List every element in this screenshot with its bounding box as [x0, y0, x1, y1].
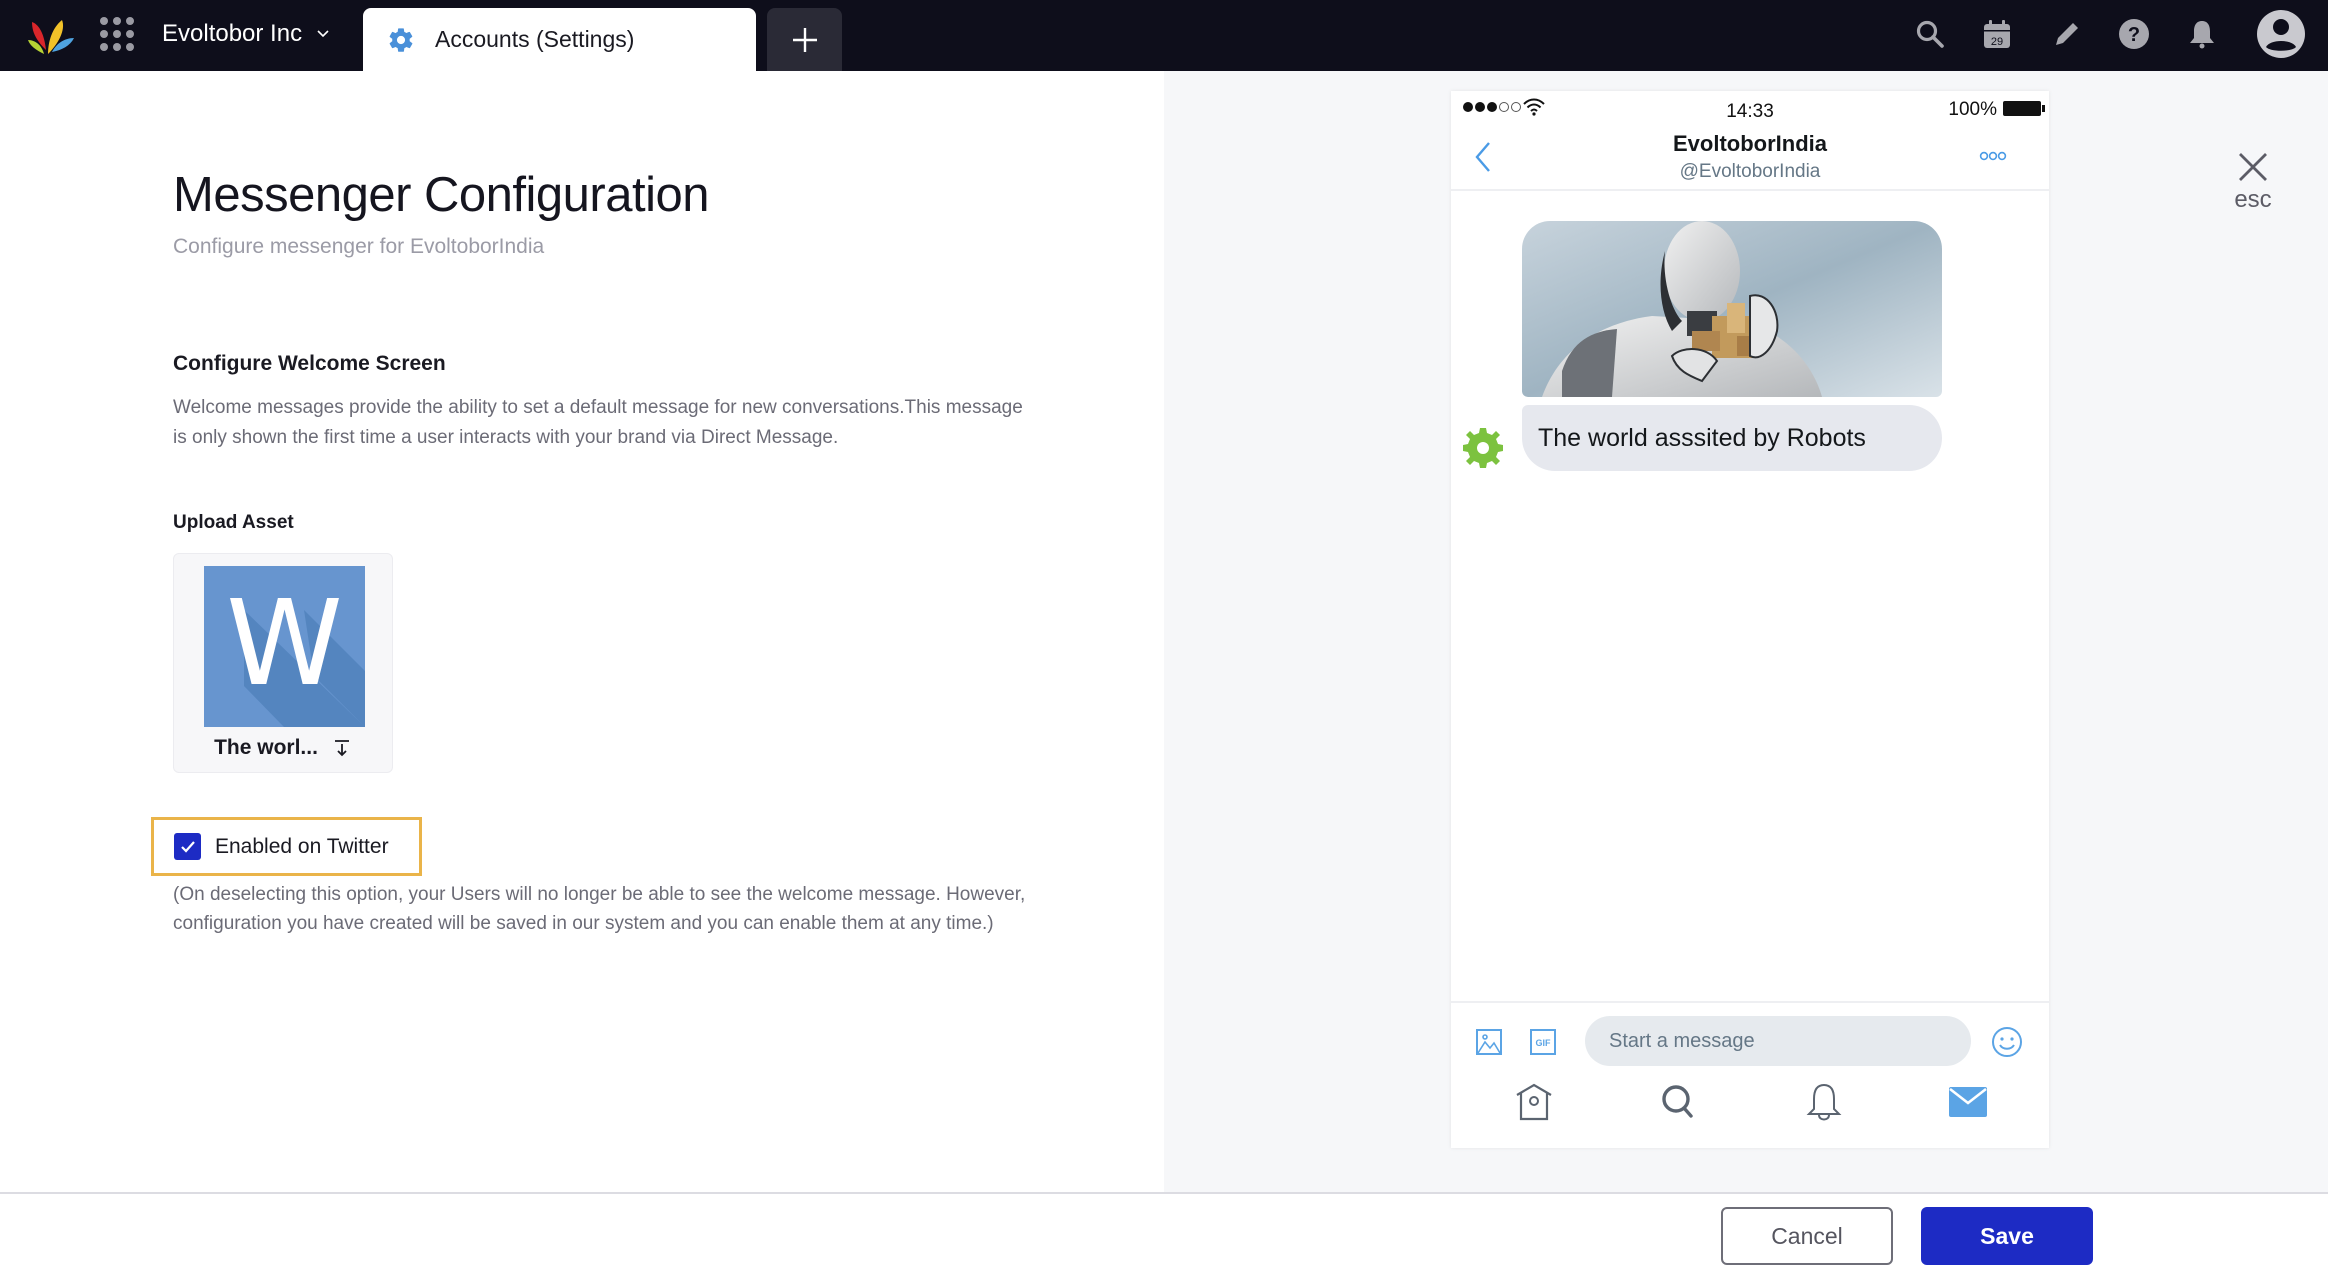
new-tab-button[interactable]	[767, 8, 842, 71]
conversation-account-name: EvoltoborIndia	[1673, 131, 1827, 156]
org-switcher[interactable]: Evoltobor Inc	[162, 20, 330, 48]
emoji-icon[interactable]	[1991, 1026, 2023, 1058]
svg-text:?: ?	[2128, 24, 2140, 46]
message-bubble: The world asssited by Robots	[1522, 405, 1942, 471]
help-icon: ?	[2119, 19, 2149, 49]
checkmark-icon	[180, 840, 195, 853]
save-button[interactable]: Save	[1921, 1207, 2093, 1265]
compose-button[interactable]	[2047, 14, 2087, 54]
calendar-icon: 29	[1984, 20, 2010, 48]
chevron-down-icon	[317, 30, 329, 38]
close-icon	[2239, 153, 2267, 181]
user-avatar[interactable]	[2256, 9, 2306, 59]
checkbox-checked[interactable]	[174, 833, 201, 860]
enabled-on-twitter-checkbox[interactable]: Enabled on Twitter	[151, 817, 422, 876]
notifications-icon[interactable]	[1803, 1081, 1845, 1123]
phone-status-bar: 14:33 100%	[1451, 91, 2049, 129]
robot-image	[1522, 221, 1942, 397]
download-icon[interactable]	[332, 738, 352, 758]
home-icon[interactable]	[1513, 1081, 1555, 1123]
page-subtitle: Configure messenger for EvoltoborIndia	[173, 235, 545, 258]
page-title: Messenger Configuration	[173, 168, 709, 222]
uploaded-asset-card[interactable]: W The worl...	[173, 553, 393, 773]
more-options-icon[interactable]	[1979, 151, 2007, 161]
welcome-section-title: Configure Welcome Screen	[173, 352, 446, 375]
conversation-header: EvoltoborIndia @EvoltoborIndia	[1451, 129, 2049, 191]
calendar-day: 29	[1991, 36, 2003, 48]
close-preview-button[interactable]: esc	[2218, 150, 2288, 214]
image-upload-icon[interactable]	[1475, 1028, 1503, 1056]
asset-thumbnail: W	[204, 566, 365, 727]
battery-icon	[2003, 101, 2045, 116]
pencil-icon	[2056, 23, 2078, 45]
twitter-dm-preview: 14:33 100% EvoltoborIndia @EvoltoborIndi…	[1451, 91, 2049, 1148]
bell-icon	[2190, 21, 2214, 49]
asset-filename: The worl...	[214, 736, 318, 759]
tab-accounts-settings[interactable]: Accounts (Settings)	[363, 8, 756, 71]
notifications-button[interactable]	[2182, 14, 2222, 54]
gear-icon	[389, 27, 413, 52]
app-launcher-icon[interactable]	[100, 17, 134, 51]
asset-letter: W	[226, 574, 343, 712]
brand-avatar-gear-icon	[1463, 428, 1503, 468]
search-icon	[1916, 20, 1944, 48]
checkbox-label: Enabled on Twitter	[215, 834, 389, 858]
tab-label: Accounts (Settings)	[435, 26, 635, 52]
twitter-toggle-note: (On deselecting this option, your Users …	[173, 884, 1026, 934]
user-avatar-icon	[2257, 10, 2305, 58]
search-icon[interactable]	[1657, 1081, 1699, 1123]
message-compose-input[interactable]	[1585, 1016, 1971, 1066]
top-navigation-bar: Evoltobor Inc Accounts (Settings) 29 ?	[0, 0, 2328, 71]
calendar-button[interactable]: 29	[1977, 14, 2017, 54]
gif-icon[interactable]: GIF	[1529, 1028, 1557, 1056]
messages-icon[interactable]	[1947, 1081, 1989, 1123]
cancel-button[interactable]: Cancel	[1721, 1207, 1893, 1265]
esc-label: esc	[2234, 186, 2272, 213]
search-button[interactable]	[1910, 14, 1950, 54]
message-image-robot	[1522, 221, 1942, 397]
upload-asset-label: Upload Asset	[173, 512, 294, 533]
svg-text:GIF: GIF	[1536, 1038, 1552, 1048]
plus-icon	[792, 27, 817, 52]
org-name: Evoltobor Inc	[162, 20, 303, 47]
help-button[interactable]: ?	[2114, 14, 2154, 54]
compose-divider	[1451, 1001, 2049, 1003]
conversation-account-handle: @EvoltoborIndia	[1679, 161, 1821, 182]
welcome-section-description: Welcome messages provide the ability to …	[173, 397, 1023, 448]
configuration-panel: Messenger Configuration Configure messen…	[0, 71, 1164, 1192]
brand-logo[interactable]	[26, 14, 76, 56]
battery-percentage: 100%	[1948, 99, 1997, 120]
